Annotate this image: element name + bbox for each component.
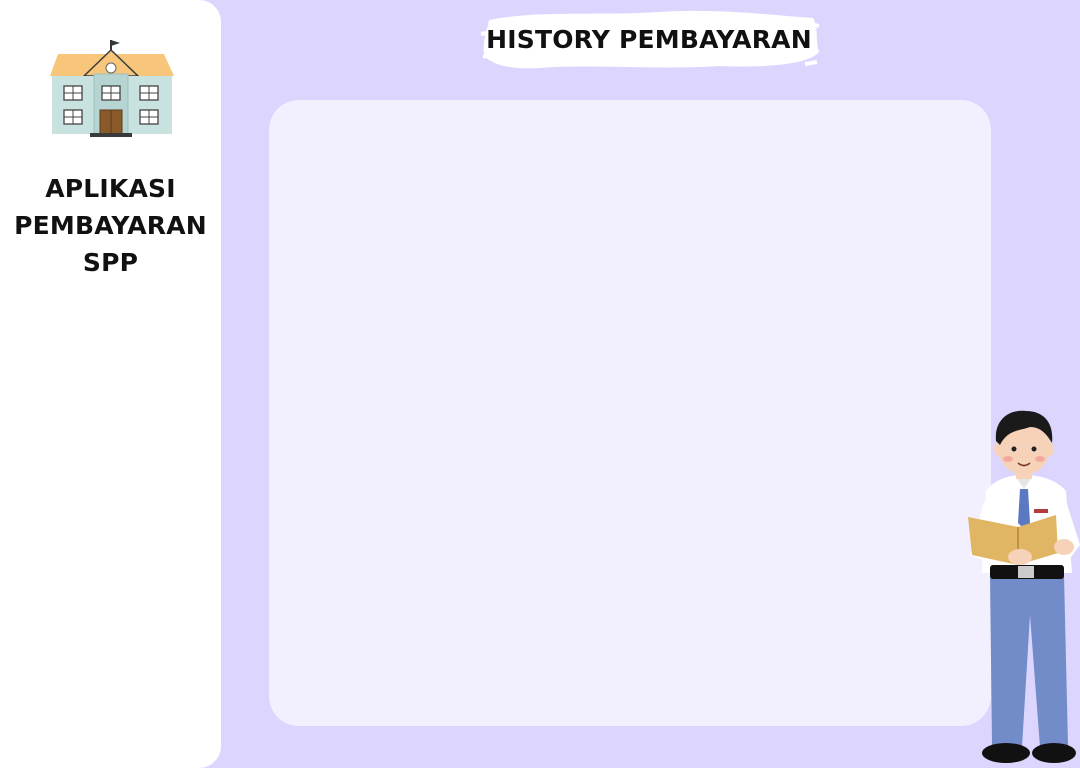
history-panel	[269, 100, 991, 726]
app-title-line: PEMBAYARAN	[14, 211, 207, 240]
page-title: HISTORY PEMBAYARAN	[486, 25, 812, 54]
app-title-line: APLIKASI	[45, 174, 176, 203]
school-building-icon	[50, 40, 174, 137]
app-title-line: SPP	[82, 248, 139, 277]
app-title: APLIKASI PEMBAYARAN SPP	[0, 170, 221, 281]
student-reading-book-icon	[968, 410, 1080, 763]
sidebar: APLIKASI PEMBAYARAN SPP	[0, 0, 221, 768]
